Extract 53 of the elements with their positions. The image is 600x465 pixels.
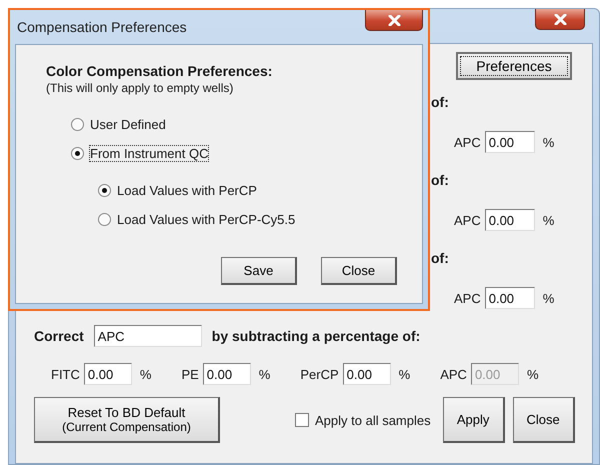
section-heading: of: bbox=[431, 250, 450, 266]
radio-button[interactable] bbox=[98, 213, 111, 226]
dialog-heading: Color Compensation Preferences: bbox=[46, 63, 274, 79]
correct-label: Correct bbox=[34, 328, 84, 344]
percent-field[interactable]: 0.00 bbox=[484, 287, 535, 309]
radio-button[interactable] bbox=[98, 184, 111, 197]
channel-label: APC bbox=[454, 134, 481, 150]
apply-button[interactable]: Apply bbox=[442, 397, 505, 443]
percent-field[interactable]: 0.00 bbox=[84, 363, 132, 385]
close-button[interactable] bbox=[365, 10, 423, 31]
dialog-note: (This will only apply to empty wells) bbox=[46, 81, 234, 95]
channel-label: APC bbox=[440, 366, 467, 382]
option-label: Load Values with PerCP bbox=[117, 183, 257, 198]
option-label: From Instrument QC bbox=[90, 146, 208, 161]
percent-label: % bbox=[542, 290, 554, 306]
percent-field[interactable]: 0.00 bbox=[484, 131, 535, 153]
channel-label: APC bbox=[454, 212, 481, 228]
channel-label: PE bbox=[181, 366, 199, 382]
radio-option[interactable]: Load Values with PerCP-Cy5.5 bbox=[98, 212, 422, 227]
section-heading: of: bbox=[431, 94, 450, 110]
channel-label: FITC bbox=[51, 366, 80, 382]
percent-label: % bbox=[542, 212, 554, 228]
percent-field[interactable]: 0.00 bbox=[484, 209, 535, 231]
checkbox-label: Apply to all samples bbox=[315, 412, 431, 428]
channel-field[interactable]: APC bbox=[94, 325, 202, 347]
close-button[interactable] bbox=[535, 9, 585, 30]
save-button[interactable]: Save bbox=[221, 257, 297, 285]
radio-option[interactable]: User Defined bbox=[71, 117, 422, 132]
checkbox[interactable] bbox=[295, 413, 309, 427]
channel-label: APC bbox=[454, 290, 481, 306]
percent-label: % bbox=[542, 134, 554, 150]
radio-option[interactable]: Load Values with PerCP bbox=[98, 183, 422, 198]
percent-label: % bbox=[258, 366, 270, 382]
channel-label: PerCP bbox=[300, 366, 339, 382]
percent-field[interactable]: 0.00 bbox=[202, 363, 251, 385]
option-label: Load Values with PerCP-Cy5.5 bbox=[117, 212, 296, 227]
close-button[interactable]: Close bbox=[321, 257, 397, 285]
radio-button[interactable] bbox=[71, 118, 84, 131]
close-icon bbox=[554, 14, 566, 24]
reset-button[interactable]: Reset To BD Default (Current Compensation) bbox=[34, 397, 220, 443]
close-icon bbox=[388, 14, 400, 26]
percent-label: % bbox=[140, 366, 152, 382]
instruction-text: by subtracting a percentage of: bbox=[212, 328, 420, 344]
option-label: User Defined bbox=[90, 117, 166, 132]
section-heading: of: bbox=[431, 172, 450, 188]
radio-option[interactable]: From Instrument QC bbox=[71, 146, 422, 161]
percent-field[interactable]: 0.00 bbox=[342, 363, 391, 385]
radio-button[interactable] bbox=[71, 147, 84, 160]
preferences-button[interactable]: Preferences bbox=[456, 52, 572, 80]
percent-label: % bbox=[526, 366, 539, 382]
close-button[interactable]: Close bbox=[512, 397, 575, 443]
dialog-title: Compensation Preferences bbox=[17, 19, 187, 35]
percent-label: % bbox=[398, 366, 410, 382]
